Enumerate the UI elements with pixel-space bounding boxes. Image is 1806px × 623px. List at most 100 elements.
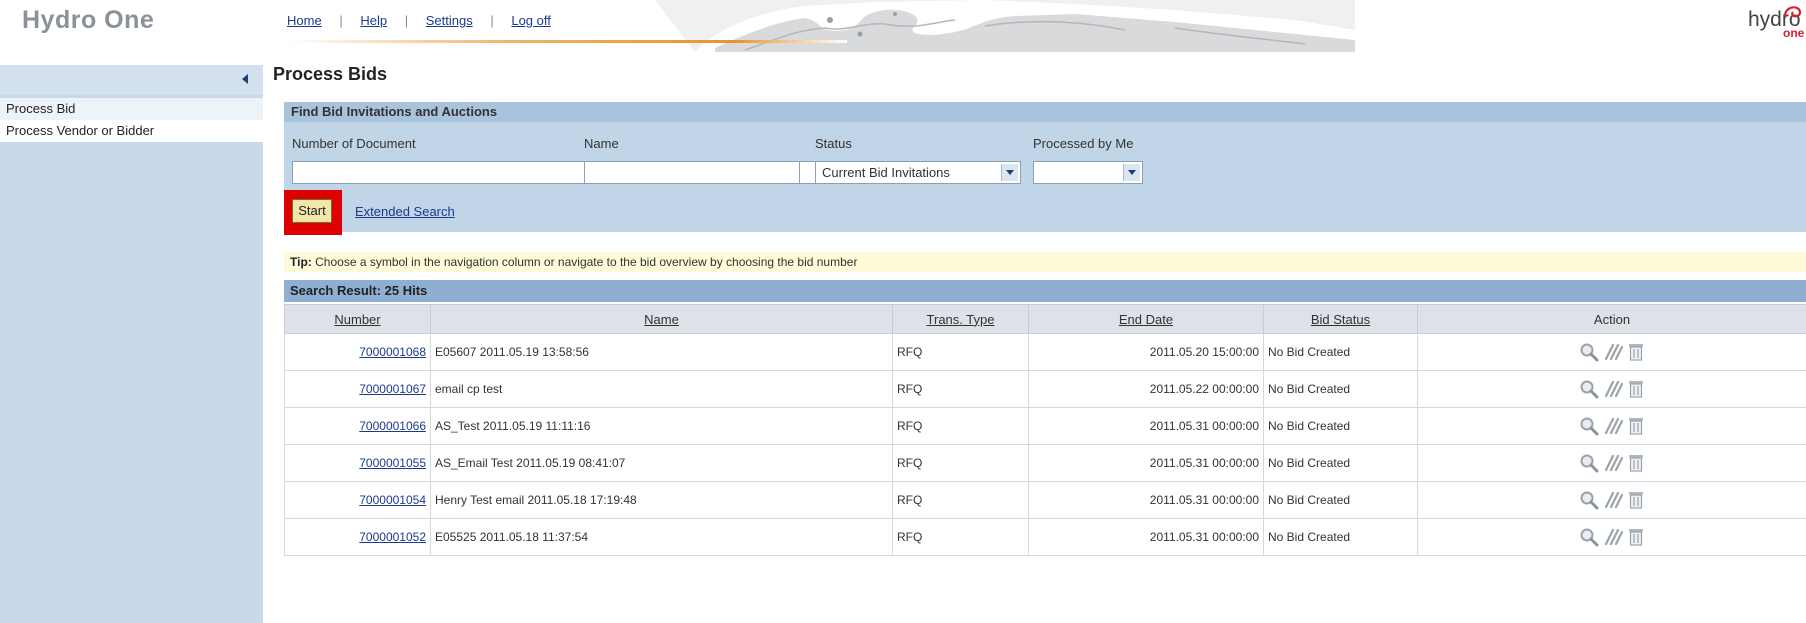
delete-icon[interactable] [1627,342,1645,362]
tip-text: Choose a symbol in the navigation column… [315,255,858,269]
cell-actions [1417,370,1806,408]
cell-actions [1417,481,1806,519]
cell-end-date: 2011.05.31 00:00:00 [1028,444,1264,482]
edit-icon[interactable] [1603,379,1623,399]
nav-underline-decoration [287,40,847,43]
bid-number-link[interactable]: 7000001066 [359,419,426,433]
cell-trans-type: RFQ [892,518,1029,556]
nav-help-link[interactable]: Help [360,13,387,28]
processed-by-me-select[interactable] [1033,161,1143,184]
edit-icon[interactable] [1603,490,1623,510]
display-icon[interactable] [1579,490,1599,510]
table-row: 7000001068 E05607 2011.05.19 13:58:56 RFQ 2… [284,333,1806,371]
bid-number-link[interactable]: 7000001054 [359,493,426,507]
edit-icon[interactable] [1603,527,1623,547]
start-button-highlight: Start [284,190,342,235]
display-icon[interactable] [1579,342,1599,362]
column-header-trans-type[interactable]: Trans. Type [892,304,1029,334]
sidebar-item-process-vendor[interactable]: Process Vendor or Bidder [0,120,263,142]
hydro-one-logo: hydro one [1748,6,1804,40]
sidebar: Process Bid Process Vendor or Bidder [0,65,263,623]
cell-bid-status: No Bid Created [1263,370,1418,408]
nav-settings-link[interactable]: Settings [426,13,473,28]
edit-icon[interactable] [1603,453,1623,473]
cell-number: 7000001066 [284,407,431,445]
display-icon[interactable] [1579,527,1599,547]
header-map-decoration [655,0,1355,52]
cell-end-date: 2011.05.31 00:00:00 [1028,407,1264,445]
cell-number: 7000001067 [284,370,431,408]
nav-logoff-link[interactable]: Log off [511,13,551,28]
sidebar-header [0,65,263,95]
delete-icon[interactable] [1627,453,1645,473]
chevron-down-icon[interactable] [1123,164,1140,181]
cell-name: Henry Test email 2011.05.18 17:19:48 [430,481,893,519]
column-header-number[interactable]: Number [284,304,431,334]
number-field-label: Number of Document [292,136,416,151]
collapse-left-icon[interactable] [242,74,248,84]
results-table: Number Name Trans. Type End Date Bid Sta… [284,304,1806,556]
edit-icon[interactable] [1603,342,1623,362]
cell-actions [1417,407,1806,445]
bid-number-link[interactable]: 7000001052 [359,530,426,544]
brand-title: Hydro One [22,6,155,34]
delete-icon[interactable] [1627,490,1645,510]
column-header-end-date[interactable]: End Date [1028,304,1264,334]
search-panel: Find Bid Invitations and Auctions Number… [284,102,1806,235]
nav-separator: | [490,13,494,28]
cell-bid-status: No Bid Created [1263,481,1418,519]
cell-trans-type: RFQ [892,444,1029,482]
tip-bar: Tip: Choose a symbol in the navigation c… [284,252,1806,272]
cell-number: 7000001055 [284,444,431,482]
bid-number-link[interactable]: 7000001068 [359,345,426,359]
name-field-label: Name [584,136,619,151]
bid-number-link[interactable]: 7000001055 [359,456,426,470]
cell-bid-status: No Bid Created [1263,444,1418,482]
nav-home-link[interactable]: Home [287,13,322,28]
cell-number: 7000001052 [284,518,431,556]
cell-bid-status: No Bid Created [1263,333,1418,371]
table-row: 7000001066 AS_Test 2011.05.19 11:11:16 RFQ… [284,407,1806,445]
nav-separator: | [339,13,343,28]
table-header-row: Number Name Trans. Type End Date Bid Sta… [284,304,1806,334]
display-icon[interactable] [1579,453,1599,473]
name-input[interactable] [584,161,800,184]
top-navigation: Home | Help | Settings | Log off [287,13,551,28]
start-button[interactable]: Start [292,199,332,223]
search-panel-title: Find Bid Invitations and Auctions [284,102,1806,122]
extended-search-link[interactable]: Extended Search [355,204,455,219]
column-header-bid-status[interactable]: Bid Status [1263,304,1418,334]
cell-number: 7000001054 [284,481,431,519]
sidebar-item-process-bid[interactable]: Process Bid [0,98,263,120]
display-icon[interactable] [1579,379,1599,399]
display-icon[interactable] [1579,416,1599,436]
delete-icon[interactable] [1627,379,1645,399]
search-result-header: Search Result: 25 Hits [284,280,1806,302]
edit-icon[interactable] [1603,416,1623,436]
cell-trans-type: RFQ [892,333,1029,371]
cell-end-date: 2011.05.20 15:00:00 [1028,333,1264,371]
cell-name: AS_Test 2011.05.19 11:11:16 [430,407,893,445]
status-select[interactable]: Current Bid Invitations [815,161,1021,184]
app-header: Hydro One Home | Help | Settings | Log o… [0,0,1806,52]
tip-label: Tip: [290,255,312,269]
column-header-name[interactable]: Name [430,304,893,334]
table-row: 7000001067 email cp test RFQ 2011.05.22 00:… [284,370,1806,408]
cell-end-date: 2011.05.31 00:00:00 [1028,481,1264,519]
sidebar-menu: Process Bid Process Vendor or Bidder [0,98,263,142]
status-field-label: Status [815,136,852,151]
logo-sub: one [1783,26,1805,40]
chevron-down-icon[interactable] [1001,164,1018,181]
cell-name: E05607 2011.05.19 13:58:56 [430,333,893,371]
cell-bid-status: No Bid Created [1263,407,1418,445]
cell-trans-type: RFQ [892,370,1029,408]
table-row: 7000001052 E05525 2011.05.18 11:37:54 RFQ 2… [284,518,1806,556]
cell-actions [1417,444,1806,482]
table-row: 7000001055 AS_Email Test 2011.05.19 08:41… [284,444,1806,482]
cell-number: 7000001068 [284,333,431,371]
status-select-value: Current Bid Invitations [822,165,950,180]
bid-number-link[interactable]: 7000001067 [359,382,426,396]
delete-icon[interactable] [1627,416,1645,436]
delete-icon[interactable] [1627,527,1645,547]
cell-bid-status: No Bid Created [1263,518,1418,556]
